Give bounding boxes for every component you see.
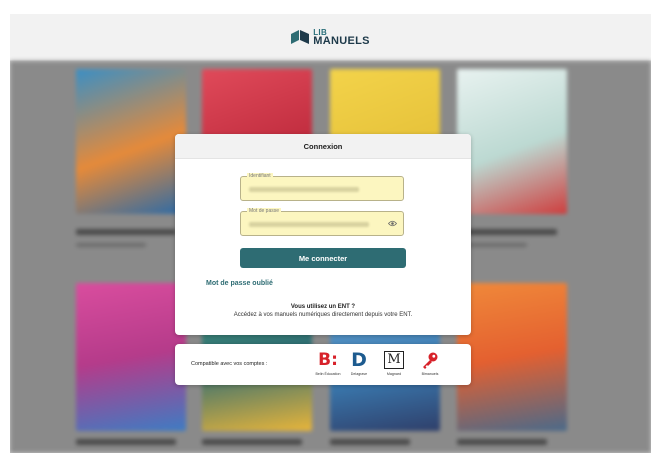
magnard-logo-icon: M (377, 350, 411, 370)
magnard-label: Magnard (386, 372, 402, 376)
password-label: Mot de passe (247, 208, 282, 214)
belin-education-brand[interactable]: B: Belin Éducation (311, 350, 345, 376)
belin-label: Belin Éducation (315, 372, 341, 376)
identifiant-label: Identifiant (247, 173, 273, 179)
book-cover (76, 283, 186, 431)
book-title (330, 439, 410, 445)
book-logo-icon (291, 30, 310, 44)
delagrave-brand[interactable]: D Delagrave (342, 349, 376, 376)
book-title (76, 229, 176, 235)
book-title (457, 229, 557, 235)
book-subtitle (76, 243, 146, 247)
book-title (76, 439, 176, 445)
ent-description[interactable]: Accédez à vos manuels numériques directe… (175, 312, 471, 318)
compatible-accounts-bar: Compatible avec vos comptes : B: Belin É… (175, 344, 471, 385)
delagrave-logo-icon: D (351, 349, 367, 371)
key-icon (413, 350, 447, 370)
book-cover (457, 69, 567, 214)
eye-icon[interactable] (387, 220, 398, 229)
book-cover (457, 283, 567, 431)
login-button[interactable]: Me connecter (240, 248, 406, 268)
belin-logo-icon: B: (318, 350, 338, 370)
book-cover (76, 69, 186, 214)
identifiant-field[interactable]: Identifiant (240, 173, 404, 201)
magnard-brand[interactable]: M Magnard (377, 350, 411, 376)
forgot-password-link[interactable]: Mot de passe oublié (206, 280, 273, 287)
modal-title: Connexion (175, 134, 471, 159)
identifiant-value-blurred (249, 187, 359, 192)
password-field[interactable]: Mot de passe (240, 208, 404, 236)
book-title (202, 439, 302, 445)
login-modal: Connexion Identifiant Mot de passe Me co… (175, 134, 471, 335)
libmanuels-logo[interactable]: LIB MANUELS (291, 28, 370, 47)
logo-big-text: MANUELS (313, 35, 370, 47)
bimanuels-label: Bimanuels (421, 372, 439, 376)
ent-question: Vous utilisez un ENT ? (290, 304, 356, 310)
compat-label: Compatible avec vos comptes : (191, 361, 268, 367)
password-value-blurred (249, 222, 369, 227)
bimanuels-brand[interactable]: Bimanuels (413, 350, 447, 376)
top-bar: LIB MANUELS (10, 14, 651, 61)
book-title (457, 439, 547, 445)
logo-text: LIB MANUELS (313, 28, 370, 47)
delagrave-label: Delagrave (350, 372, 368, 376)
